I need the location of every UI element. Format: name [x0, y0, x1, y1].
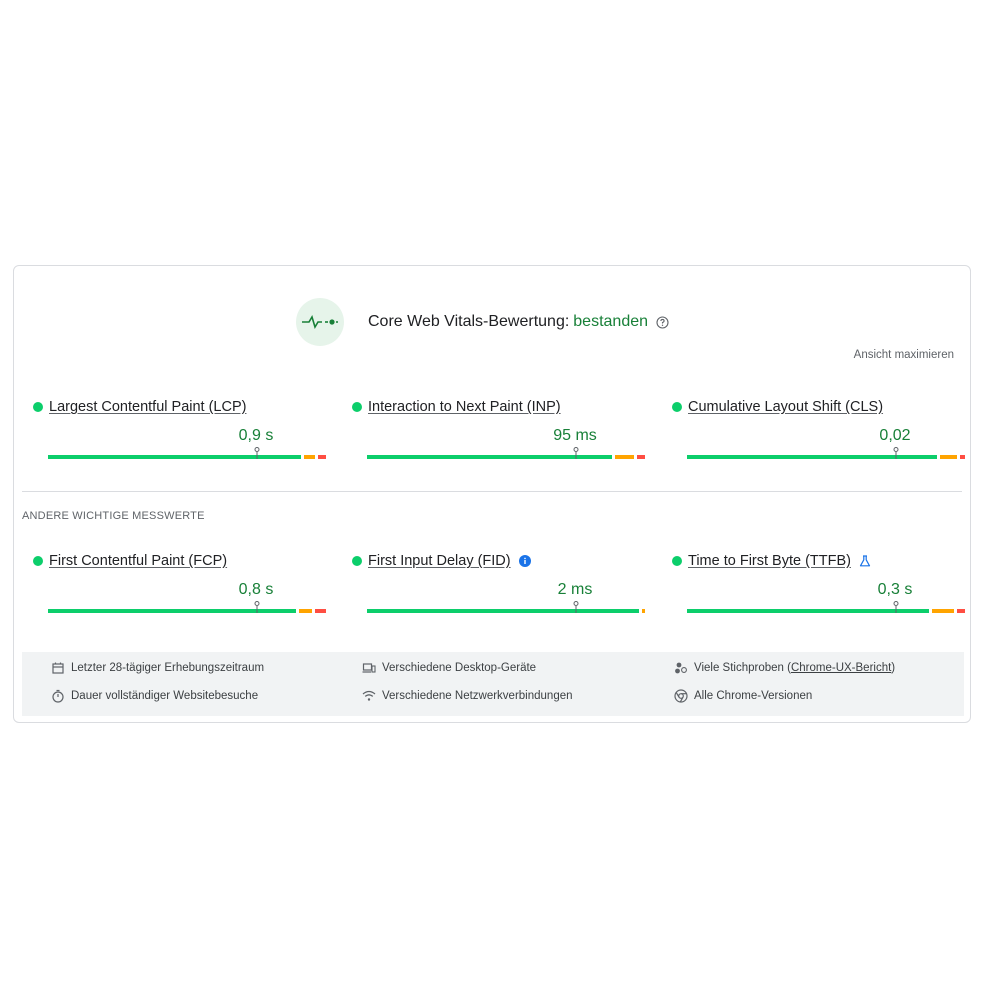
bar-segment-poor — [317, 455, 326, 459]
metric-fcp: First Contentful Paint (FCP) 0,8 s — [32, 551, 326, 631]
p75-marker-stem — [256, 606, 257, 613]
other-metrics-heading: ANDERE WICHTIGE MESSWERTE — [22, 510, 205, 522]
p75-marker — [254, 447, 259, 452]
flask-icon[interactable] — [859, 555, 871, 567]
footer-collection-period: Letzter 28-tägiger Erhebungszeitraum — [51, 661, 264, 675]
p75-marker-stem — [575, 606, 576, 613]
assessment-title-text: Core Web Vitals-Bewertung: — [368, 313, 570, 330]
footer-chrome-versions: Alle Chrome-Versionen — [674, 689, 812, 703]
wifi-icon — [362, 689, 376, 703]
bar-segment-poor — [959, 455, 965, 459]
distribution-bar — [48, 601, 326, 613]
footer-text: Viele Stichproben ( — [694, 662, 791, 674]
bar-segment-needs-improvement — [298, 609, 313, 613]
metric-value: 0,8 s — [238, 581, 274, 598]
good-status-dot — [352, 556, 362, 566]
chrome-icon — [674, 689, 688, 703]
footer-samples: Viele Stichproben (Chrome-UX-Bericht) — [674, 661, 895, 675]
distribution-bar — [367, 601, 645, 613]
footer-connections: Verschiedene Netzwerkverbindungen — [362, 689, 573, 703]
calendar-icon — [51, 661, 65, 675]
good-status-dot — [33, 556, 43, 566]
bar-segment-needs-improvement — [614, 455, 634, 459]
section-divider — [22, 491, 962, 492]
expand-view-link[interactable]: Ansicht maximieren — [854, 349, 954, 361]
chrome-ux-report-link[interactable]: Chrome-UX-Bericht — [791, 662, 891, 674]
distribution-bar — [367, 447, 645, 459]
bar-segment-good — [687, 455, 938, 459]
metric-label[interactable]: Time to First Byte (TTFB) — [688, 553, 851, 569]
footer-text: Letzter 28-tägiger Erhebungszeitraum — [71, 662, 265, 674]
footer-devices: Verschiedene Desktop-Geräte — [362, 661, 536, 675]
assessment-status: bestanden — [573, 313, 649, 330]
devices-icon — [362, 661, 376, 675]
metric-value: 0,02 — [879, 427, 911, 444]
footer-text: Dauer vollständiger Websitebesuche — [71, 690, 259, 702]
metric-value: 0,9 s — [238, 427, 274, 444]
metric-value: 2 ms — [557, 581, 593, 598]
p75-marker — [254, 601, 259, 606]
bar-segment-poor — [315, 609, 326, 613]
distribution-bar — [687, 447, 965, 459]
bar-segment-needs-improvement — [303, 455, 315, 459]
metric-cls: Cumulative Layout Shift (CLS) 0,02 — [671, 397, 965, 477]
bar-segment-needs-improvement — [932, 609, 954, 613]
footer-text: Alle Chrome-Versionen — [694, 690, 813, 702]
info-icon[interactable] — [518, 555, 531, 567]
bar-segment-good — [48, 609, 296, 613]
p75-marker — [893, 447, 898, 452]
bar-segment-needs-improvement — [642, 609, 645, 613]
data-source-footer: Letzter 28-tägiger Erhebungszeitraum Dau… — [22, 652, 964, 716]
bar-segment-good — [687, 609, 930, 613]
metric-value: 0,3 s — [877, 581, 913, 598]
metric-label[interactable]: Cumulative Layout Shift (CLS) — [688, 399, 883, 415]
metric-lcp: Largest Contentful Paint (LCP) 0,9 s — [32, 397, 326, 477]
bar-segment-poor — [636, 455, 645, 459]
vitals-pulse-icon — [296, 298, 344, 346]
bar-segment-poor — [956, 609, 965, 613]
p75-marker-stem — [575, 452, 576, 459]
help-icon[interactable] — [656, 315, 669, 329]
p75-marker — [573, 601, 578, 606]
good-status-dot — [672, 556, 682, 566]
core-web-vitals-card: Core Web Vitals-Bewertung: bestanden Ansi… — [13, 265, 971, 723]
p75-marker-stem — [256, 452, 257, 459]
metric-label[interactable]: Interaction to Next Paint (INP) — [368, 399, 561, 415]
footer-visit-duration: Dauer vollständiger Websitebesuche — [51, 689, 258, 703]
stopwatch-icon — [51, 689, 65, 703]
distribution-bar — [48, 447, 326, 459]
bar-segment-needs-improvement — [940, 455, 957, 459]
metric-fid: First Input Delay (FID) 2 ms — [351, 551, 645, 631]
good-status-dot — [672, 402, 682, 412]
footer-text: Verschiedene Desktop-Geräte — [382, 662, 537, 674]
metric-label[interactable]: First Input Delay (FID) — [368, 553, 511, 569]
metric-inp: Interaction to Next Paint (INP) 95 ms — [351, 397, 645, 477]
metric-value: 95 ms — [553, 427, 597, 444]
metric-ttfb: Time to First Byte (TTFB) 0,3 s — [671, 551, 965, 631]
p75-marker-stem — [895, 452, 896, 459]
distribution-bar — [687, 601, 965, 613]
p75-marker — [893, 601, 898, 606]
p75-marker-stem — [895, 606, 896, 613]
bar-segment-good — [367, 609, 640, 613]
p75-marker — [573, 447, 578, 452]
assessment-header: Core Web Vitals-Bewertung: bestanden — [296, 298, 669, 346]
metric-label[interactable]: First Contentful Paint (FCP) — [49, 553, 227, 569]
metric-label[interactable]: Largest Contentful Paint (LCP) — [49, 399, 246, 415]
assessment-title: Core Web Vitals-Bewertung: bestanden — [368, 313, 648, 331]
bar-segment-good — [48, 455, 301, 459]
samples-icon — [674, 661, 688, 675]
footer-text: Verschiedene Netzwerkverbindungen — [382, 690, 573, 702]
good-status-dot — [352, 402, 362, 412]
good-status-dot — [33, 402, 43, 412]
footer-text: ) — [891, 662, 896, 674]
